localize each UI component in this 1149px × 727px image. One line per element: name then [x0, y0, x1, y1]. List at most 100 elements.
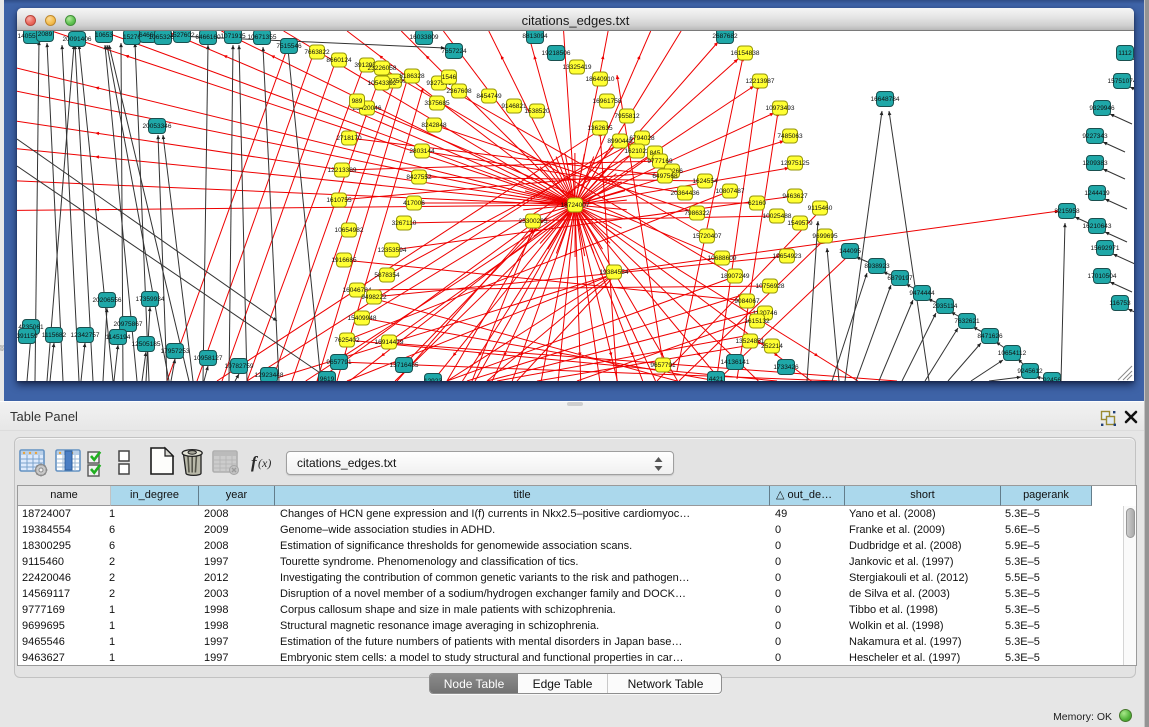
svg-text:7663822: 7663822	[304, 49, 330, 56]
svg-text:23226058: 23226058	[368, 65, 397, 72]
svg-text:7485063: 7485063	[777, 133, 803, 140]
svg-text:16154838: 16154838	[731, 50, 760, 57]
svg-text:14136141: 14136141	[721, 359, 750, 366]
svg-text:9329946: 9329946	[1089, 105, 1115, 112]
svg-text:15751074: 15751074	[1108, 78, 1134, 85]
svg-text:10653: 10653	[95, 32, 113, 39]
svg-text:7632621: 7632621	[954, 318, 980, 325]
svg-text:1527602: 1527602	[169, 32, 195, 39]
svg-text:18907249: 18907249	[721, 273, 750, 280]
svg-text:20206556: 20206556	[93, 297, 122, 304]
svg-text:8427552: 8427552	[406, 174, 432, 181]
svg-text:9115460: 9115460	[808, 205, 833, 212]
svg-text:1733426: 1733426	[773, 364, 799, 371]
svg-text:15409948: 15409948	[348, 315, 377, 322]
svg-text:17010504: 17010504	[1088, 273, 1117, 280]
svg-text:9474444: 9474444	[909, 290, 935, 297]
svg-text:2803144: 2803144	[409, 148, 435, 155]
svg-text:10688609: 10688609	[708, 255, 737, 262]
svg-text:1145194: 1145194	[106, 334, 131, 341]
svg-text:18724007: 18724007	[561, 202, 590, 209]
svg-text:1112: 1112	[1118, 50, 1132, 57]
svg-text:20091406: 20091406	[63, 36, 92, 43]
svg-text:16648784: 16648784	[871, 96, 900, 103]
svg-text:19218506: 19218506	[542, 50, 571, 57]
svg-text:10958127: 10958127	[194, 355, 223, 362]
svg-text:7557224: 7557224	[441, 48, 467, 55]
svg-text:6794028: 6794028	[629, 135, 655, 142]
svg-text:2089: 2089	[38, 31, 53, 38]
svg-text:20364436: 20364436	[671, 190, 700, 197]
svg-text:9463627: 9463627	[782, 193, 808, 200]
svg-text:10671355: 10671355	[248, 34, 277, 41]
svg-text:144095: 144095	[839, 248, 861, 255]
svg-text:20975867: 20975867	[114, 321, 143, 328]
svg-text:7986322: 7986322	[684, 210, 710, 217]
svg-text:3267110: 3267110	[392, 220, 417, 227]
svg-text:7955812: 7955812	[614, 113, 640, 120]
svg-text:7625402: 7625402	[334, 337, 360, 344]
svg-text:12213389: 12213389	[328, 167, 357, 174]
svg-text:62160: 62160	[748, 200, 766, 207]
svg-text:9498222: 9498222	[361, 294, 387, 301]
svg-text:10654112: 10654112	[998, 350, 1027, 357]
svg-text:9245612: 9245612	[1017, 368, 1043, 375]
svg-text:10756928: 10756928	[756, 283, 785, 290]
svg-text:4421: 4421	[709, 376, 724, 381]
svg-text:16914479: 16914479	[375, 339, 404, 346]
svg-text:(x): (x)	[258, 456, 271, 470]
svg-text:25300295: 25300295	[519, 218, 548, 225]
svg-text:1546: 1546	[442, 74, 457, 81]
svg-text:1071915: 1071915	[220, 33, 246, 40]
svg-text:1362635: 1362635	[587, 125, 613, 132]
svg-text:10543392: 10543392	[368, 80, 397, 87]
svg-text:9619: 9619	[320, 376, 335, 381]
svg-text:19384554: 19384554	[600, 269, 629, 276]
svg-text:8660124: 8660124	[326, 57, 352, 64]
svg-text:12505185: 12505185	[132, 341, 161, 348]
svg-text:12923448: 12923448	[255, 372, 284, 379]
svg-text:10654982: 10654982	[335, 227, 364, 234]
svg-text:8454749: 8454749	[476, 93, 502, 100]
svg-text:1621022: 1621022	[624, 148, 650, 155]
svg-text:12353594: 12353594	[378, 247, 407, 254]
svg-text:18640910: 18640910	[586, 76, 615, 83]
svg-text:417006: 417006	[403, 200, 425, 207]
svg-text:10807487: 10807487	[716, 188, 745, 195]
svg-text:15720407: 15720407	[693, 233, 722, 240]
svg-text:12975125: 12975125	[781, 160, 810, 167]
svg-text:3375685: 3375685	[424, 100, 450, 107]
svg-text:1244419: 1244419	[1084, 190, 1110, 197]
svg-text:10025488: 10025488	[763, 213, 792, 220]
svg-text:9657791: 9657791	[650, 362, 676, 369]
svg-text:16961758: 16961758	[593, 98, 622, 105]
svg-text:1209383: 1209383	[1082, 160, 1108, 167]
svg-text:12923: 12923	[424, 378, 442, 381]
svg-text:9657791: 9657791	[326, 359, 352, 366]
svg-text:17359934: 17359934	[136, 296, 165, 303]
svg-text:252214: 252214	[761, 343, 783, 350]
svg-text:2718170: 2718170	[336, 135, 362, 142]
svg-text:17957253: 17957253	[161, 348, 190, 355]
svg-text:8242848: 8242848	[421, 122, 447, 129]
svg-text:7515546: 7515546	[276, 43, 302, 50]
svg-text:1538520: 1538520	[524, 108, 550, 115]
svg-text:5878354: 5878354	[374, 272, 400, 279]
svg-text:1115682: 1115682	[42, 332, 67, 339]
svg-text:1610755: 1610755	[326, 197, 352, 204]
svg-text:1615132: 1615132	[744, 318, 770, 325]
svg-text:12213987: 12213987	[746, 78, 775, 85]
svg-text:9227343: 9227343	[1082, 133, 1108, 140]
svg-text:989: 989	[352, 98, 363, 105]
svg-text:12342757: 12342757	[71, 332, 100, 339]
svg-text:2935114: 2935114	[933, 303, 958, 310]
svg-text:8938923: 8938923	[864, 263, 890, 270]
svg-text:16210643: 16210643	[1083, 223, 1112, 230]
svg-text:15692971: 15692971	[1091, 245, 1120, 252]
svg-text:20053346: 20053346	[143, 123, 172, 130]
svg-text:3215958: 3215958	[1054, 208, 1080, 215]
svg-text:116753: 116753	[1109, 300, 1131, 307]
svg-text:13716485: 13716485	[390, 362, 419, 369]
svg-text:6879197: 6879197	[887, 275, 913, 282]
svg-text:2687682: 2687682	[712, 33, 738, 40]
